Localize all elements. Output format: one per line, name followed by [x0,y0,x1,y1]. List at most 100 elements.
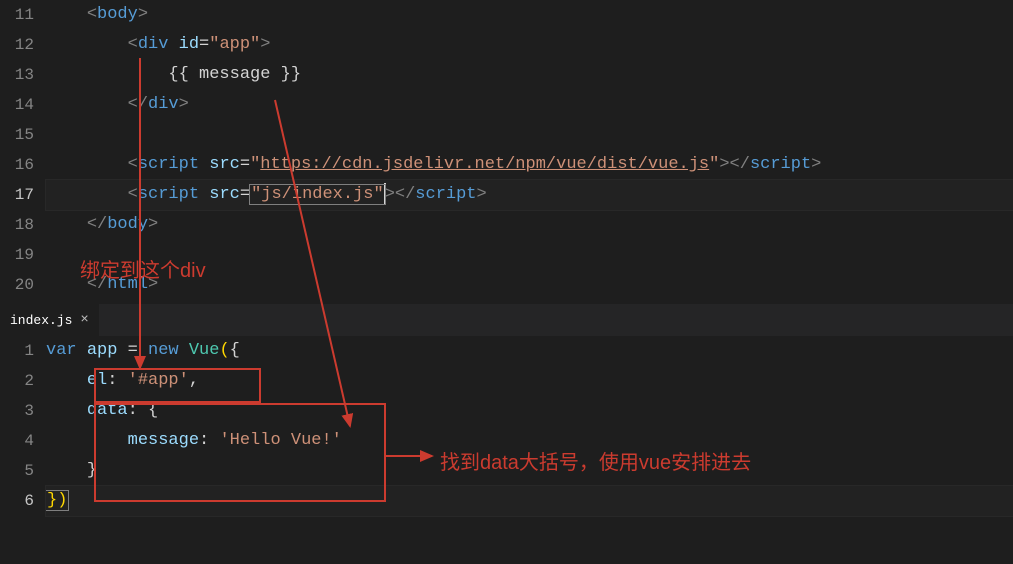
bottom-gutter: 123456 [0,336,46,516]
code-token: var [46,341,77,360]
bottom-code-area[interactable]: 123456 var app = new Vue({ el: '#app', d… [0,336,1013,516]
bottom-editor-pane: index.js × 123456 var app = new Vue({ el… [0,304,1013,564]
code-token: html [107,275,148,294]
line-number: 1 [0,336,34,366]
code-token: id [179,35,199,54]
line-number: 2 [0,366,34,396]
line-number: 17 [0,180,34,210]
code-token: = [128,341,138,360]
code-token: = [240,185,250,204]
line-number: 11 [0,0,34,30]
code-token: message [128,431,199,450]
code-line[interactable]: }) [46,486,1013,516]
code-token: { [148,401,158,420]
code-token: src [209,185,240,204]
tab-index-js[interactable]: index.js × [0,304,100,336]
code-token: > [179,95,189,114]
code-token: src [209,155,240,174]
code-token: ></ [719,155,750,174]
code-line[interactable] [46,120,1013,150]
top-code-area[interactable]: 11121314151617181920 <body> <div id="app… [0,0,1013,300]
code-token: Vue [189,341,220,360]
code-token [117,341,127,360]
code-line[interactable]: </html> [46,270,1013,300]
code-token: < [87,5,97,24]
code-token: : [199,431,209,450]
code-token: > [148,215,158,234]
code-token [199,185,209,204]
code-token: < [128,185,138,204]
code-line[interactable]: var app = new Vue({ [46,336,1013,366]
code-line[interactable]: </body> [46,210,1013,240]
code-token: script [138,185,199,204]
code-token [77,341,87,360]
code-token: ></ [385,185,416,204]
line-number: 3 [0,396,34,426]
line-number: 16 [0,150,34,180]
code-line[interactable]: <script src="https://cdn.jsdelivr.net/np… [46,150,1013,180]
code-token: '#app' [128,371,189,390]
code-token [199,155,209,174]
code-line[interactable]: } [46,456,1013,486]
code-token: app [87,341,118,360]
code-token: > [260,35,270,54]
code-token: </ [128,95,148,114]
close-icon[interactable]: × [80,313,88,327]
code-token: < [128,35,138,54]
code-line[interactable] [46,240,1013,270]
code-token: > [148,275,158,294]
code-token: = [240,155,250,174]
top-code[interactable]: <body> <div id="app"> {{ message }} </di… [46,0,1013,300]
code-token [138,341,148,360]
code-token: = [199,35,209,54]
code-token [117,371,127,390]
code-token: > [477,185,487,204]
code-line[interactable]: <body> [46,0,1013,30]
code-token: ( [219,341,229,360]
code-line[interactable]: message: 'Hello Vue!' [46,426,1013,456]
line-number: 18 [0,210,34,240]
code-token [179,341,189,360]
code-token: div [148,95,179,114]
line-number: 14 [0,90,34,120]
code-token: : [128,401,138,420]
code-token: " [250,155,260,174]
code-line[interactable]: el: '#app', [46,366,1013,396]
code-token: < [128,155,138,174]
code-token: "js/index.js" [250,185,385,204]
code-token: div [138,35,169,54]
code-token: { [230,341,240,360]
code-token: " [709,155,719,174]
top-gutter: 11121314151617181920 [0,0,46,300]
code-token: > [811,155,821,174]
code-token [168,35,178,54]
code-token: body [107,215,148,234]
line-number: 20 [0,270,34,300]
code-line[interactable]: <div id="app"> [46,30,1013,60]
code-line[interactable]: <script src="js/index.js"></script> [46,180,1013,210]
code-token: 'Hello Vue!' [219,431,341,450]
code-token: el [87,371,107,390]
code-line[interactable]: {{ message }} [46,60,1013,90]
bottom-code[interactable]: var app = new Vue({ el: '#app', data: { … [46,336,1013,516]
line-number: 13 [0,60,34,90]
line-number: 15 [0,120,34,150]
code-token: </ [87,275,107,294]
code-token: new [148,341,179,360]
line-number: 12 [0,30,34,60]
top-editor-pane: 11121314151617181920 <body> <div id="app… [0,0,1013,304]
code-token: script [138,155,199,174]
line-number: 4 [0,426,34,456]
code-token: data [87,401,128,420]
code-token [209,431,219,450]
code-token: {{ message }} [168,65,301,84]
code-token: body [97,5,138,24]
code-token: }) [46,491,68,510]
code-line[interactable]: data: { [46,396,1013,426]
code-line[interactable]: </div> [46,90,1013,120]
code-token: : [107,371,117,390]
code-token: script [750,155,811,174]
line-number: 5 [0,456,34,486]
tab-bar: index.js × [0,304,1013,336]
code-token [138,401,148,420]
